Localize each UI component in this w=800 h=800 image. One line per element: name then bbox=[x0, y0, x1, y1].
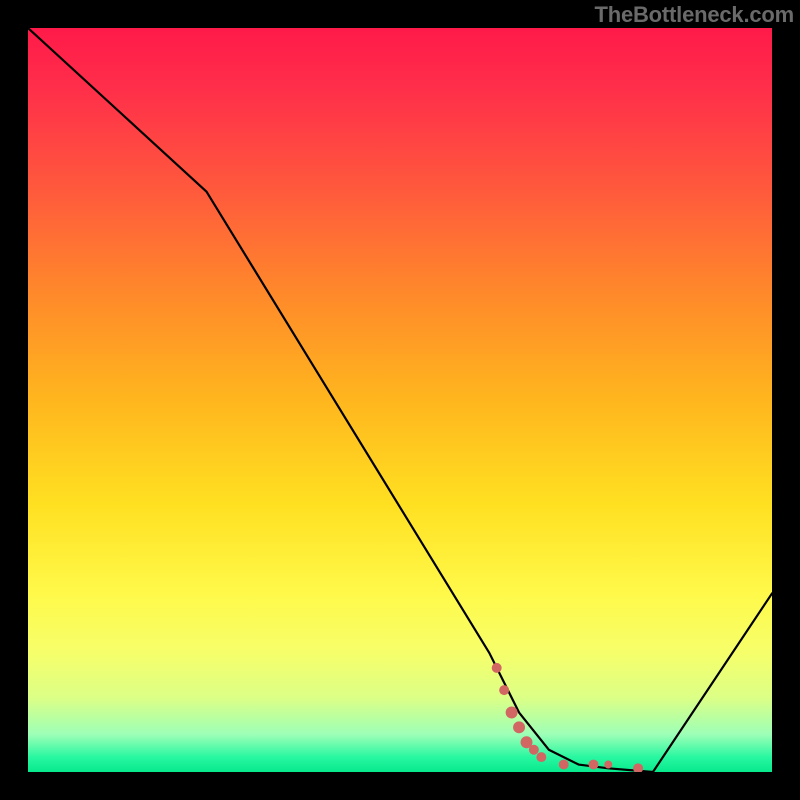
chart-frame bbox=[26, 26, 774, 774]
chart-plot-area bbox=[28, 28, 772, 772]
chart-background-gradient bbox=[28, 28, 772, 772]
watermark-text: TheBottleneck.com bbox=[594, 2, 794, 28]
